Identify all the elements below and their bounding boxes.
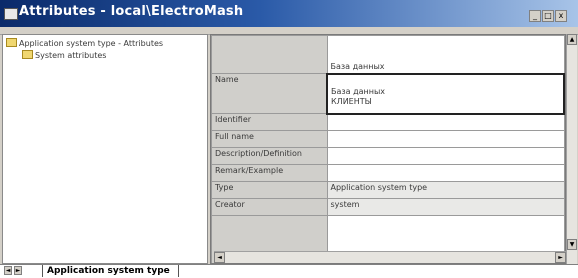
scroll-down-button[interactable]: ▼ (567, 239, 577, 250)
horizontal-scrollbar[interactable]: ◄ ► (214, 251, 566, 263)
sheet-tab-bar: ◄ ► Application system type (0, 264, 578, 278)
tree-item-system-attributes[interactable]: System attributes (22, 50, 106, 62)
column-header[interactable]: База данных (326, 35, 565, 74)
title-bar[interactable]: Attributes - local\ElectroMash _ □ x (0, 0, 578, 27)
row-label-creator: Creator (211, 198, 328, 216)
remark-value-cell[interactable] (326, 164, 565, 182)
maximize-button[interactable]: □ (542, 10, 554, 22)
row-label-remark: Remark/Example (211, 164, 328, 182)
full-name-value-cell[interactable] (326, 130, 565, 148)
name-value-cell[interactable]: База данных КЛИЕНТЫ (326, 72, 565, 115)
attribute-table: База данных Name База данных КЛИЕНТЫ Ide… (211, 35, 565, 263)
scroll-right-button[interactable]: ► (555, 252, 566, 263)
grid-corner (211, 35, 328, 74)
scroll-up-button[interactable]: ▲ (567, 34, 577, 45)
attribute-grid[interactable]: База данных Name База данных КЛИЕНТЫ Ide… (210, 34, 566, 264)
row-label-name: Name (211, 73, 328, 114)
vertical-scrollbar[interactable]: ▲ ▼ (566, 34, 577, 264)
type-value-cell[interactable]: Application system type (326, 181, 565, 199)
scroll-left-button[interactable]: ◄ (214, 252, 225, 263)
row-label-type: Type (211, 181, 328, 199)
identifier-value-cell[interactable] (326, 113, 565, 131)
tree-item-label: System attributes (35, 51, 107, 60)
name-value-line: КЛИЕНТЫ (331, 96, 372, 106)
attributes-window: Attributes - local\ElectroMash _ □ x App… (0, 0, 578, 278)
creator-value-cell[interactable]: system (326, 198, 565, 216)
tree-item-root[interactable]: Application system type - Attributes (6, 38, 163, 50)
description-value-cell[interactable] (326, 147, 565, 165)
folder-icon (22, 50, 33, 59)
close-button[interactable]: x (555, 10, 567, 22)
tab-scroll-left-button[interactable]: ◄ (4, 266, 12, 275)
row-label-identifier: Identifier (211, 113, 328, 131)
folder-icon (6, 38, 17, 47)
tab-application-system-type[interactable]: Application system type (42, 265, 179, 277)
tab-scroll-right-button[interactable]: ► (14, 266, 22, 275)
object-tree[interactable]: Application system type - Attributes Sys… (2, 34, 208, 264)
window-title: Attributes - local\ElectroMash (19, 4, 244, 19)
name-value-line: База данных (331, 86, 386, 96)
app-icon (4, 8, 18, 20)
row-label-full-name: Full name (211, 130, 328, 148)
row-label-description: Description/Definition (211, 147, 328, 165)
minimize-button[interactable]: _ (529, 10, 541, 22)
tree-item-label: Application system type - Attributes (19, 39, 164, 48)
